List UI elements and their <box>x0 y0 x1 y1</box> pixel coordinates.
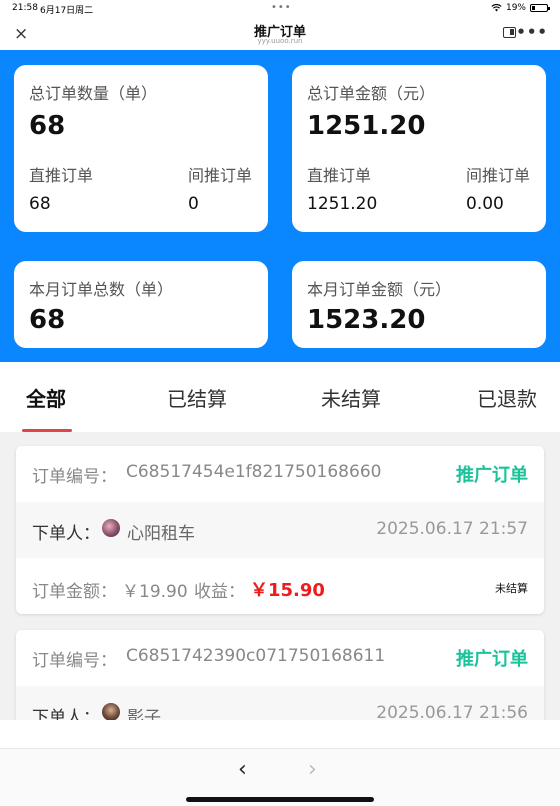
browser-toolbar: ‹ › <box>0 748 560 806</box>
total-amount-value: 1251.20 <box>307 111 426 141</box>
month-amount-value: 1523.20 <box>307 305 426 335</box>
total-amount-card: 总订单金额（元） 1251.20 直推订单 间推订单 1251.20 0.00 <box>292 65 546 232</box>
buyer-label: 下单人： <box>32 524 100 544</box>
order-filter-tabs: 全部 已结算 未结算 已退款 <box>0 362 560 432</box>
month-amount-label: 本月订单金额（元） <box>307 280 452 299</box>
order-number-label: 订单编号： <box>32 651 117 671</box>
direct-count-value: 68 <box>29 194 51 214</box>
order-buyer-row: 下单人： 心阳租车 2025.06.17 21:57 <box>16 502 544 558</box>
nav-bar: × 推广订单 yyy.uuoo.run ••• <box>0 16 560 50</box>
order-type-tag: 推广订单 <box>456 649 528 670</box>
order-number: C68517454e1f821750168660 <box>126 462 382 482</box>
stats-panel: 总订单数量（单） 68 直推订单 间推订单 68 0 总订单金额（元） 1251… <box>0 50 560 362</box>
direct-amount-value: 1251.20 <box>307 194 378 214</box>
order-time: 2025.06.17 21:57 <box>376 519 528 539</box>
income-value: ￥15.90 <box>250 580 325 601</box>
tab-settled[interactable]: 已结算 <box>167 383 227 412</box>
total-count-card: 总订单数量（单） 68 直推订单 间推订单 68 0 <box>14 65 268 232</box>
status-badge: 未结算 <box>495 582 528 595</box>
order-card[interactable]: 订单编号： C68517454e1f821750168660 推广订单 下单人：… <box>16 446 544 614</box>
home-indicator[interactable] <box>186 797 374 802</box>
total-amount-label: 总订单金额（元） <box>307 84 436 103</box>
avatar <box>102 519 120 537</box>
order-header-row: 订单编号： C68517454e1f821750168660 推广订单 <box>16 446 544 502</box>
avatar <box>102 703 120 720</box>
indirect-amount-value: 0.00 <box>466 194 504 214</box>
total-count-value: 68 <box>29 111 66 141</box>
status-time: 21:58 <box>12 3 38 13</box>
tab-refunded[interactable]: 已退款 <box>477 383 537 412</box>
indirect-count-label: 间推订单 <box>188 166 253 185</box>
status-right: 19% <box>491 3 550 13</box>
amount-label: 订单金额： <box>32 582 117 602</box>
buyer-label: 下单人： <box>32 708 100 720</box>
order-list[interactable]: 订单编号： C68517454e1f821750168660 推广订单 下单人：… <box>0 432 560 720</box>
direct-amount-label: 直推订单 <box>307 166 372 185</box>
indirect-count-value: 0 <box>188 194 199 214</box>
back-arrow-icon[interactable]: ‹ <box>238 757 247 782</box>
order-type-tag: 推广订单 <box>456 465 528 486</box>
total-count-label: 总订单数量（单） <box>29 84 158 103</box>
page-url: yyy.uuoo.run <box>257 37 303 45</box>
window-icon[interactable] <box>503 27 516 38</box>
income-label: 收益： <box>194 582 245 602</box>
order-time: 2025.06.17 21:56 <box>376 703 528 720</box>
order-buyer-row: 下单人： 影子 2025.06.17 21:56 <box>16 686 544 720</box>
buyer-name: 心阳租车 <box>127 524 195 544</box>
wifi-icon <box>491 4 502 12</box>
forward-arrow-icon[interactable]: › <box>308 757 317 782</box>
tab-unsettled[interactable]: 未结算 <box>321 383 381 412</box>
order-amount: ￥19.90 <box>122 582 188 602</box>
battery-icon <box>530 4 550 12</box>
order-amount-row: 订单金额： ￥19.90 收益： ￥15.90 未结算 <box>16 558 544 614</box>
order-header-row: 订单编号： C6851742390c071750168611 推广订单 <box>16 630 544 686</box>
buyer-name: 影子 <box>127 708 161 720</box>
order-card[interactable]: 订单编号： C6851742390c071750168611 推广订单 下单人：… <box>16 630 544 720</box>
tab-all[interactable]: 全部 <box>26 383 66 412</box>
month-count-card: 本月订单总数（单） 68 <box>14 261 268 348</box>
month-count-value: 68 <box>29 305 66 335</box>
more-icon[interactable]: ••• <box>516 23 548 41</box>
order-number: C6851742390c071750168611 <box>126 646 386 666</box>
month-count-label: 本月订单总数（单） <box>29 280 174 299</box>
status-bar: 21:58 6月17日周二 ••• 19% <box>0 0 560 16</box>
status-date: 6月17日周二 <box>40 6 94 16</box>
multitask-dots-icon[interactable]: ••• <box>271 2 292 13</box>
direct-count-label: 直推订单 <box>29 166 94 185</box>
month-amount-card: 本月订单金额（元） 1523.20 <box>292 261 546 348</box>
battery-percent: 19% <box>505 3 526 13</box>
indirect-amount-label: 间推订单 <box>466 166 531 185</box>
order-number-label: 订单编号： <box>32 467 117 487</box>
